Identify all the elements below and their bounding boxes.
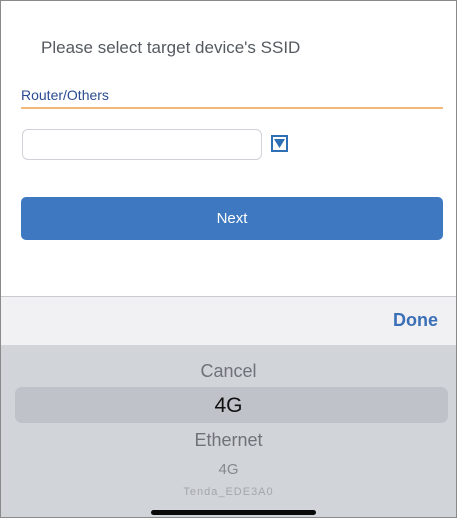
ssid-dropdown-button[interactable] <box>271 135 288 152</box>
picker-toolbar: Done <box>1 296 456 345</box>
app-screen: Please select target device's SSID Route… <box>0 0 457 518</box>
picker-option-4g[interactable]: 4G <box>1 461 456 478</box>
ssid-input[interactable] <box>22 129 262 160</box>
picker-option-tenda[interactable]: Tenda_EDE3A0 <box>1 486 456 498</box>
done-button[interactable]: Done <box>393 310 438 331</box>
page-title: Please select target device's SSID <box>41 38 301 57</box>
ssid-picker: Done Cancel 4G Ethernet 4G Tenda_EDE3A0 <box>1 296 456 517</box>
section-label-router: Router/Others <box>21 87 109 103</box>
picker-option-ethernet[interactable]: Ethernet <box>1 430 456 451</box>
picker-option-4g-selected[interactable]: 4G <box>1 394 456 418</box>
next-button[interactable]: Next <box>21 197 443 240</box>
home-indicator <box>151 510 316 515</box>
section-divider <box>21 107 443 109</box>
triangle-down-icon <box>274 139 285 148</box>
picker-option-cancel[interactable]: Cancel <box>1 361 456 382</box>
